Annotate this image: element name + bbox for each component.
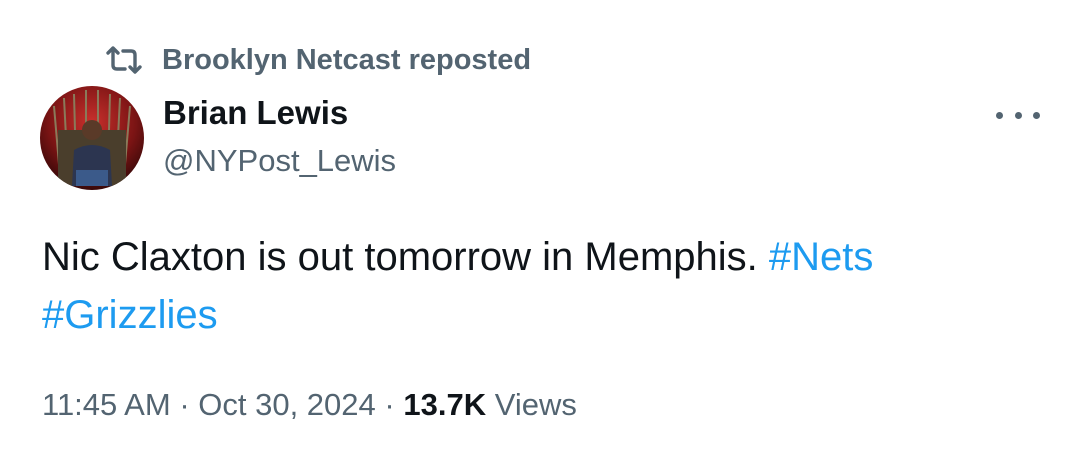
tweet-text-content: Nic Claxton is out tomorrow in Memphis. bbox=[42, 235, 758, 279]
views-count[interactable]: 13.7K bbox=[403, 387, 486, 422]
tweet-text: Nic Claxton is out tomorrow in Memphis. … bbox=[42, 228, 1032, 344]
tweet-date[interactable]: Oct 30, 2024 bbox=[198, 387, 376, 422]
views-label: Views bbox=[494, 387, 577, 422]
repost-indicator[interactable]: Brooklyn Netcast reposted bbox=[104, 40, 531, 80]
tweet-meta: 11:45 AM · Oct 30, 2024 · 13.7K Views bbox=[42, 387, 577, 423]
tweet-time[interactable]: 11:45 AM bbox=[42, 387, 171, 422]
repost-label: Brooklyn Netcast reposted bbox=[162, 43, 532, 76]
author-handle[interactable]: @NYPost_Lewis bbox=[163, 143, 396, 179]
author-name[interactable]: Brian Lewis bbox=[163, 94, 348, 132]
avatar[interactable] bbox=[40, 86, 144, 190]
more-options-button[interactable] bbox=[996, 100, 1040, 130]
more-horizontal-icon bbox=[1014, 111, 1022, 119]
meta-separator: · bbox=[179, 387, 190, 422]
hashtag-link[interactable]: #Nets bbox=[769, 235, 874, 279]
tweet-card[interactable]: Brooklyn Netcast reposted Brian Lewis @N… bbox=[0, 0, 1079, 463]
meta-separator: · bbox=[384, 387, 395, 422]
more-horizontal-icon bbox=[996, 111, 1003, 119]
more-horizontal-icon bbox=[1033, 111, 1040, 119]
hashtag-link[interactable]: #Grizzlies bbox=[42, 293, 218, 337]
repost-icon bbox=[104, 44, 144, 76]
